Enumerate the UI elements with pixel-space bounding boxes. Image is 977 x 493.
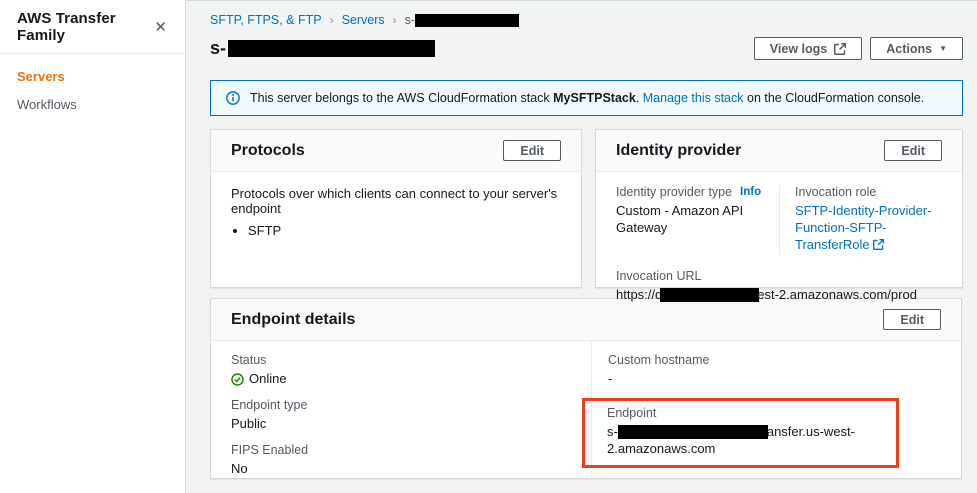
sidebar: AWS Transfer Family ✕ Servers Workflows: [0, 0, 186, 493]
sidebar-item-servers[interactable]: Servers: [17, 69, 168, 84]
protocols-description: Protocols over which clients can connect…: [231, 186, 558, 216]
identity-type-field: Identity provider type Info Custom - Ama…: [616, 185, 779, 254]
status-value: Online: [231, 371, 571, 388]
breadcrumb-current: s-: [405, 13, 520, 27]
page-header: s- View logs Actions ▼: [210, 37, 963, 60]
protocols-card: Protocols Edit Protocols over which clie…: [210, 129, 582, 288]
endpoint-edit-button[interactable]: Edit: [883, 309, 941, 330]
invocation-role-field: Invocation role SFTP-Identity-Provider-F…: [779, 185, 942, 254]
info-link[interactable]: Info: [740, 186, 761, 198]
identity-card-header: Identity provider Edit: [596, 130, 962, 172]
identity-type-value: Custom - Amazon API Gateway: [616, 203, 744, 235]
protocols-card-title: Protocols: [231, 141, 305, 159]
sidebar-header: AWS Transfer Family ✕: [0, 0, 185, 54]
sidebar-title: AWS Transfer Family: [17, 10, 116, 44]
fips-label: FIPS Enabled: [231, 442, 309, 457]
breadcrumb-separator: ›: [329, 13, 334, 27]
redacted-server-id: [415, 13, 520, 27]
endpoint-details-card: Endpoint details Edit Status Online Endp…: [210, 298, 962, 479]
breadcrumb-separator: ›: [392, 13, 397, 27]
identity-provider-card: Identity provider Edit Identity provider…: [595, 129, 963, 303]
stack-name: MySFTPStack: [553, 91, 636, 105]
invocation-url-label: Invocation URL: [616, 268, 702, 283]
breadcrumb: SFTP, FTPS, & FTP › Servers › s-: [210, 13, 963, 27]
protocols-card-body: Protocols over which clients can connect…: [211, 172, 581, 252]
custom-hostname-field: Custom hostname -: [608, 353, 945, 388]
invocation-role-link[interactable]: SFTP-Identity-Provider-Function-SFTP-Tra…: [795, 203, 932, 252]
cloudformation-info-banner: This server belongs to the AWS CloudForm…: [210, 80, 963, 116]
endpoint-type-field: Endpoint type Public: [231, 398, 571, 433]
redacted-server-id: [228, 40, 436, 57]
cards-row: Protocols Edit Protocols over which clie…: [210, 129, 963, 303]
main-content: SFTP, FTPS, & FTP › Servers › s- s- View…: [186, 0, 977, 493]
manage-stack-link[interactable]: Manage this stack: [643, 91, 744, 105]
fips-value: No: [231, 460, 248, 476]
identity-edit-button[interactable]: Edit: [884, 140, 942, 161]
redacted-url: [660, 288, 760, 303]
custom-hostname-value: -: [608, 371, 613, 386]
breadcrumb-link-servers[interactable]: Servers: [342, 13, 385, 27]
invocation-role-value: SFTP-Identity-Provider-Function-SFTP-Tra…: [795, 203, 942, 254]
endpoint-card-title: Endpoint details: [231, 310, 356, 328]
invocation-url-value: https://d est-2.amazonaws.com/prod: [616, 286, 917, 303]
identity-card-title: Identity provider: [616, 141, 742, 159]
page-title: s-: [210, 38, 436, 59]
close-icon[interactable]: ✕: [150, 18, 171, 37]
endpoint-card-body: Status Online Endpoint type Public FIPS …: [211, 341, 961, 479]
custom-hostname-label: Custom hostname: [608, 353, 710, 367]
status-text: Online: [249, 371, 287, 386]
protocols-card-header: Protocols Edit: [211, 130, 581, 172]
endpoint-type-value: Public: [231, 415, 267, 431]
sidebar-nav: Servers Workflows: [0, 54, 185, 140]
external-link-icon: [834, 42, 847, 55]
header-actions: View logs Actions ▼: [753, 37, 963, 60]
endpoint-label: Endpoint: [607, 405, 657, 420]
protocols-edit-button[interactable]: Edit: [503, 140, 561, 161]
status-label: Status: [231, 353, 267, 367]
invocation-role-label: Invocation role: [795, 185, 877, 199]
invocation-url-field: Invocation URL https://d est-2.amazonaws.…: [616, 269, 942, 304]
chevron-down-icon: ▼: [939, 43, 947, 53]
endpoint-type-label: Endpoint type: [231, 397, 308, 412]
external-link-icon: [873, 238, 885, 250]
status-field: Status Online: [231, 353, 571, 388]
banner-text: This server belongs to the AWS CloudForm…: [250, 91, 925, 105]
info-icon: [226, 91, 240, 105]
identity-card-body: Identity provider type Info Custom - Ama…: [596, 172, 962, 304]
protocol-item: SFTP: [248, 223, 561, 238]
sidebar-item-workflows[interactable]: Workflows: [17, 97, 168, 112]
endpoint-value: s-ansfer.us-west-2.amazonaws.com: [607, 423, 855, 456]
protocols-list: SFTP: [231, 223, 561, 238]
redacted-endpoint: [617, 425, 768, 440]
check-circle-icon: [231, 373, 244, 386]
actions-button[interactable]: Actions ▼: [870, 37, 963, 60]
view-logs-button[interactable]: View logs: [753, 37, 863, 60]
endpoint-highlight-annotation: Endpoint s-ansfer.us-west-2.amazonaws.co…: [582, 397, 899, 468]
identity-type-label: Identity provider type Info: [616, 185, 762, 199]
fips-field: FIPS Enabled No: [231, 443, 571, 478]
endpoint-card-header: Endpoint details Edit: [211, 299, 961, 341]
breadcrumb-link-sftp[interactable]: SFTP, FTPS, & FTP: [210, 13, 322, 27]
